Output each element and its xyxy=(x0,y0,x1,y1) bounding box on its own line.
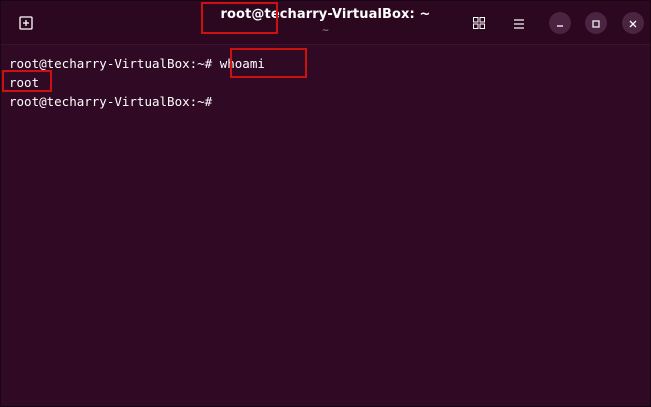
hamburger-menu-icon xyxy=(513,14,525,33)
menu-button[interactable] xyxy=(508,12,530,34)
close-button[interactable] xyxy=(622,12,644,34)
terminal-window: root@techarry-VirtualBox: ~ ~ root@techa… xyxy=(0,0,651,407)
maximize-icon xyxy=(591,14,601,33)
terminal-line-command: root@techarry-VirtualBox:~# whoami xyxy=(9,56,265,71)
maximize-button[interactable] xyxy=(585,12,607,34)
close-icon xyxy=(628,14,638,33)
terminal-output-area[interactable]: root@techarry-VirtualBox:~# whoami root … xyxy=(1,46,650,406)
title-bar[interactable]: root@techarry-VirtualBox: ~ ~ xyxy=(1,1,650,45)
terminal-line-output: root xyxy=(9,75,40,90)
grid-button[interactable] xyxy=(468,12,490,34)
minimize-icon xyxy=(555,14,565,33)
grid-icon xyxy=(473,14,485,33)
minimize-button[interactable] xyxy=(549,12,571,34)
terminal-line-prompt: root@techarry-VirtualBox:~# xyxy=(9,94,213,109)
